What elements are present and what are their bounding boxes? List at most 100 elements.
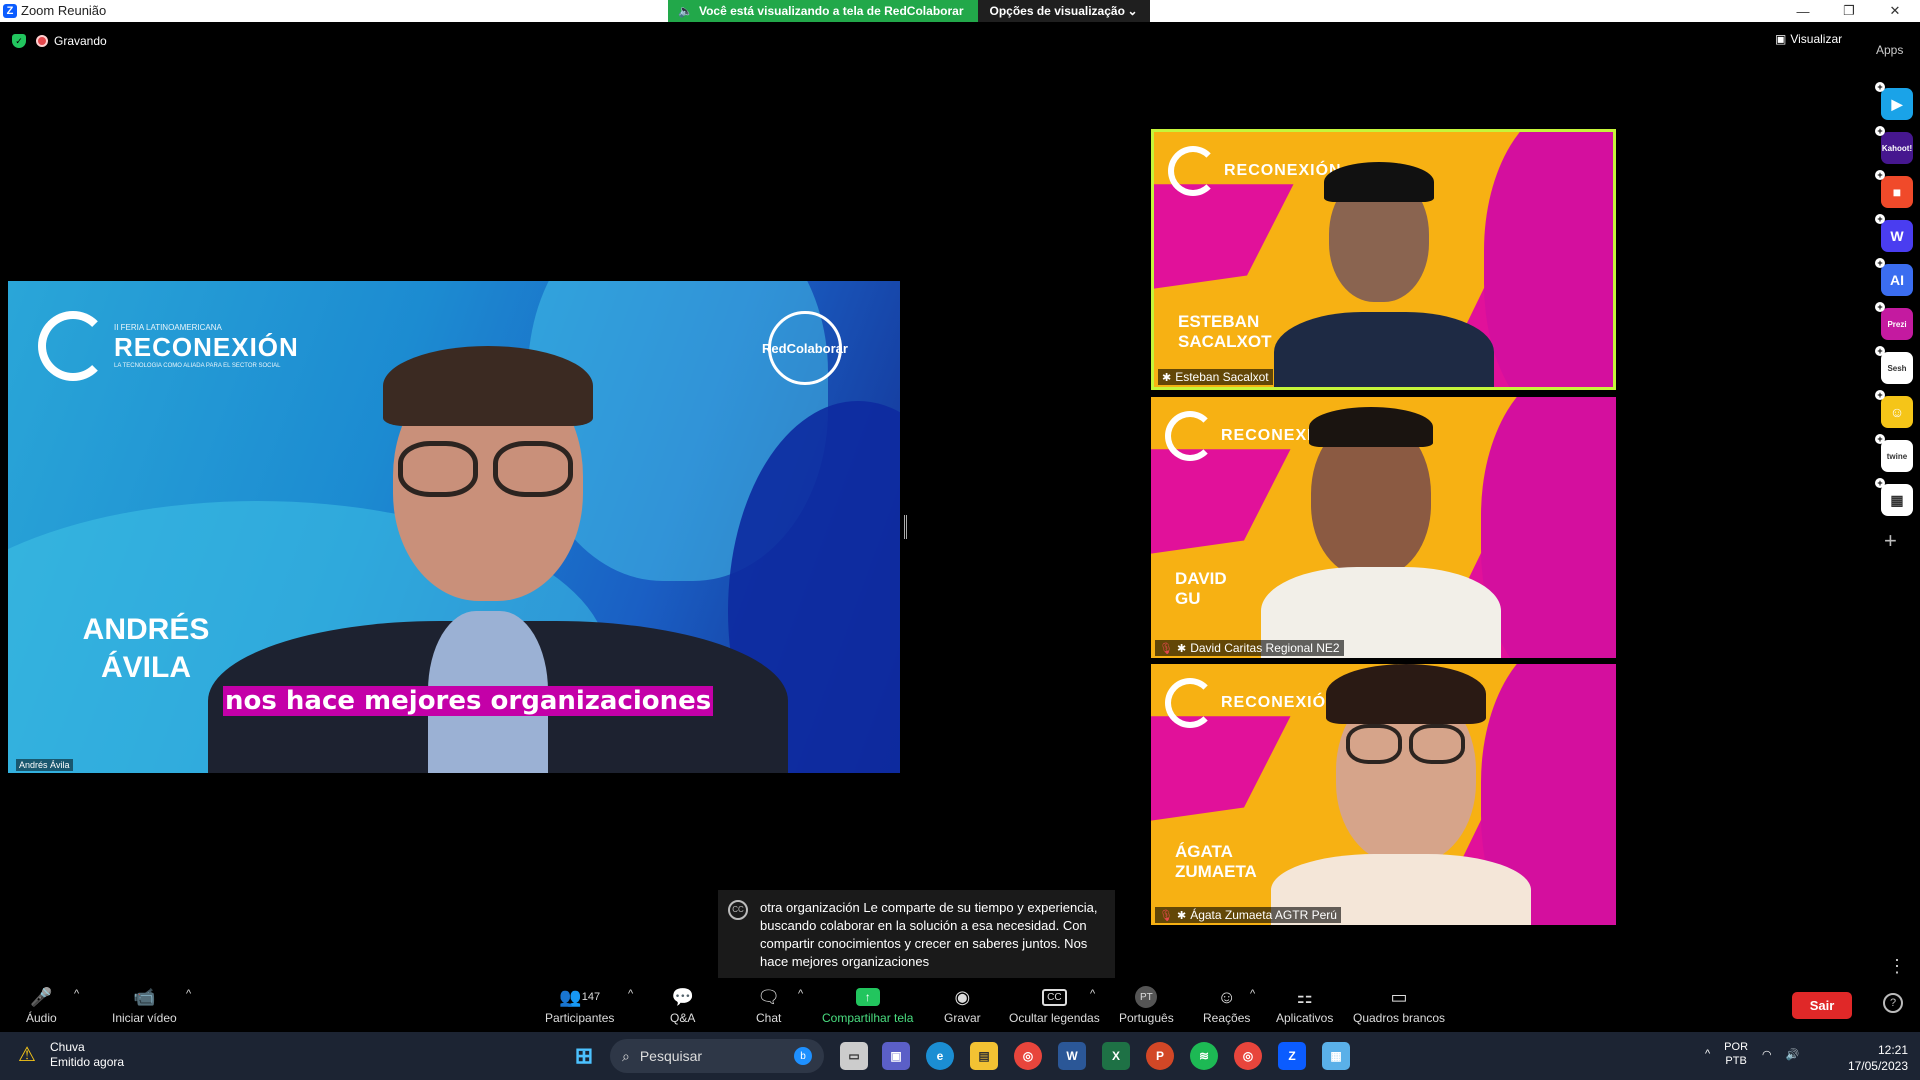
view-options-button[interactable]: Opções de visualização ⌄ <box>977 0 1150 22</box>
recording-indicator[interactable]: Gravando <box>36 34 107 48</box>
emoji-app-icon[interactable]: + ☺ <box>1875 390 1913 428</box>
graphic-first-name: ÁGATA <box>1175 842 1233 861</box>
view-button[interactable]: ▣ Visualizar <box>1775 32 1842 46</box>
language-badge: PT <box>1135 986 1158 1008</box>
participant-tile[interactable]: RECONEXIÓN ÁGATA ZUMAETA 🎙 ✱ Ágata Zumae… <box>1151 664 1616 925</box>
participants-button[interactable]: 👥 147 Participantes <box>545 983 614 1026</box>
add-plus-icon: + <box>1875 478 1885 488</box>
pin-icon: ✱ <box>1176 642 1187 655</box>
audio-button[interactable]: 🎤 Áudio <box>26 983 57 1026</box>
chrome-icon[interactable]: ◎ <box>1014 1042 1042 1070</box>
participant-glasses-right <box>1409 724 1465 764</box>
search-icon: ⌕ <box>622 1047 630 1064</box>
security-shield-icon[interactable]: ✓ <box>12 34 26 48</box>
file-explorer-icon[interactable]: ▤ <box>970 1042 998 1070</box>
tile-background-wave <box>1481 397 1616 658</box>
qa-button[interactable]: 💬 Q&A <box>670 983 695 1026</box>
participant-name-graphic: ÁGATA ZUMAETA <box>1175 842 1257 882</box>
leave-button[interactable]: Sair <box>1792 992 1852 1019</box>
share-screen-icon: ↑ <box>855 983 880 1011</box>
event-title: RECONEXIÓN <box>1221 694 1339 711</box>
whiteboards-button[interactable]: ▭ Quadros brancos <box>1353 983 1445 1026</box>
system-tray: ^ POR PTB ◠ 🔊 <box>1705 1040 1799 1068</box>
chat-options-caret[interactable]: ^ <box>798 988 803 1000</box>
emoji-app-glyph: ☺ <box>1889 404 1905 420</box>
main-speaker-video[interactable]: II FERIA LATINOAMERICANA RECONEXIÓN LA T… <box>8 281 900 773</box>
minimize-button[interactable]: — <box>1780 0 1826 22</box>
zoom-logo-icon: Z <box>3 3 17 18</box>
share-screen-button[interactable]: ↑ Compartilhar tela <box>822 983 913 1025</box>
audio-options-caret[interactable]: ^ <box>74 988 79 1000</box>
reactions-button[interactable]: ☺ Reações <box>1203 983 1250 1026</box>
monitor-app-icon[interactable]: ▦ <box>1322 1042 1350 1070</box>
record-button[interactable]: ◉ Gravar <box>944 983 981 1026</box>
ai-app-glyph: AI <box>1890 272 1904 288</box>
event-logo: RECONEXIÓN <box>1165 678 1339 728</box>
wordwall-app-icon[interactable]: + W <box>1875 214 1913 252</box>
taskbar-search[interactable]: ⌕ Pesquisar b <box>610 1039 824 1073</box>
language-button[interactable]: PT Português <box>1119 983 1174 1025</box>
sesh-app-icon[interactable]: + Sesh <box>1875 346 1913 384</box>
reaction-smile-icon: ☺ <box>1217 986 1236 1007</box>
polls-app-icon[interactable]: + ▶ <box>1875 82 1913 120</box>
spotify-icon[interactable]: ≋ <box>1190 1042 1218 1070</box>
grid-app-icon[interactable]: + ▦ <box>1875 478 1913 516</box>
powerpoint-icon[interactable]: P <box>1146 1042 1174 1070</box>
restore-button[interactable]: ❐ <box>1826 0 1872 22</box>
task-view-icon[interactable]: ▭ <box>840 1042 868 1070</box>
video-options-caret[interactable]: ^ <box>186 988 191 1000</box>
edge-icon[interactable]: e <box>926 1042 954 1070</box>
more-options-icon[interactable]: ⋮ <box>1888 956 1906 977</box>
input-language[interactable]: POR PTB <box>1724 1040 1748 1068</box>
video-off-icon: 📹 <box>133 986 156 1007</box>
participant-glasses-left <box>1346 724 1402 764</box>
hide-captions-button[interactable]: CC Ocultar legendas <box>1009 983 1100 1025</box>
red-app-icon[interactable]: + ■ <box>1875 170 1913 208</box>
tray-overflow-icon[interactable]: ^ <box>1705 1048 1710 1060</box>
speaker-icon: 🔈 <box>678 4 693 18</box>
panel-resize-handle[interactable] <box>904 515 907 539</box>
participant-name-graphic: DAVID GU <box>1175 569 1227 609</box>
participants-icon: 👥 147 <box>559 986 601 1007</box>
prezi-app-icon[interactable]: + Prezi <box>1875 302 1913 340</box>
clock-time: 12:21 <box>1877 1043 1908 1057</box>
excel-icon[interactable]: X <box>1102 1042 1130 1070</box>
viewing-banner-text: Você está visualizando a tela de RedCola… <box>698 4 964 18</box>
view-label: Visualizar <box>1790 32 1843 46</box>
chrome-profile-icon[interactable]: ◎ <box>1234 1042 1262 1070</box>
tile-background-wave <box>1484 132 1613 387</box>
lang-top: POR <box>1724 1041 1749 1053</box>
sesh-app-glyph: Sesh <box>1887 363 1907 373</box>
weather-warning-icon: ⚠ <box>18 1044 36 1066</box>
ai-app-icon[interactable]: + AI <box>1875 258 1913 296</box>
twine-app-icon[interactable]: + twine <box>1875 434 1913 472</box>
weather-widget[interactable]: ⚠ Chuva Emitido agora <box>18 1040 124 1070</box>
kahoot-app-icon[interactable]: + Kahoot! <box>1875 126 1913 164</box>
chat-button[interactable]: 🗨 Chat <box>756 983 781 1026</box>
help-icon[interactable]: ? <box>1883 993 1903 1013</box>
windows-start-icon[interactable]: ⊞ <box>570 1042 598 1070</box>
teams-icon[interactable]: ▣ <box>882 1042 910 1070</box>
participant-tile[interactable]: RECONEXIÓN DAVID GU 🎙 ✱ David Caritas Re… <box>1151 397 1616 658</box>
close-button[interactable]: ✕ <box>1872 0 1918 22</box>
zoom-taskbar-icon[interactable]: Z <box>1278 1042 1306 1070</box>
wifi-icon[interactable]: ◠ <box>1762 1048 1772 1061</box>
volume-icon[interactable]: 🔊 <box>1786 1048 1800 1061</box>
start-video-button[interactable]: 📹 Iniciar vídeo <box>112 983 177 1026</box>
add-app-plus-icon[interactable]: + <box>1884 528 1897 554</box>
participant-tile[interactable]: RECONEXIÓN ESTEBAN SACALXOT ✱ Esteban Sa… <box>1151 129 1616 390</box>
speaker-glasses-left <box>398 441 478 497</box>
whiteboard-icon: ▭ <box>1390 986 1408 1007</box>
app-title: Z Zoom Reunião <box>3 3 106 18</box>
system-clock[interactable]: 12:21 17/05/2023 <box>1838 1042 1908 1074</box>
captions-options-caret[interactable]: ^ <box>1090 988 1095 1000</box>
os-taskbar: ⚠ Chuva Emitido agora ⊞ ⌕ Pesquisar b ▭ … <box>0 1032 1920 1080</box>
audio-label: Áudio <box>26 1011 57 1025</box>
apps-button[interactable]: ⚏ Aplicativos <box>1276 983 1333 1026</box>
word-icon[interactable]: W <box>1058 1042 1086 1070</box>
reactions-options-caret[interactable]: ^ <box>1250 988 1255 1000</box>
kahoot-app-glyph: Kahoot! <box>1881 143 1913 153</box>
red-app-glyph: ■ <box>1892 184 1902 200</box>
participants-options-caret[interactable]: ^ <box>628 988 633 1000</box>
weather-title: Chuva <box>50 1040 85 1054</box>
